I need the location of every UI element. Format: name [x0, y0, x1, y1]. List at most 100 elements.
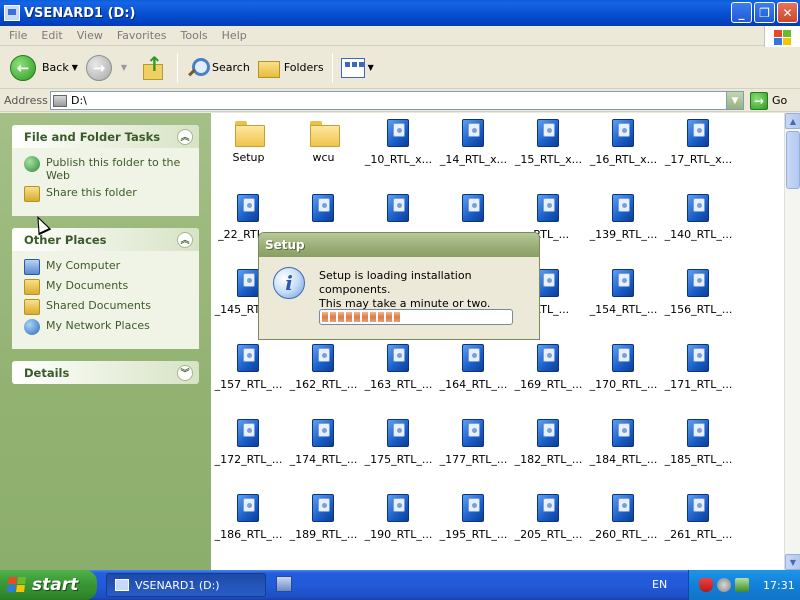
file-label: _261_RTL_...	[664, 528, 733, 541]
back-button[interactable]: ← Back ▼	[6, 51, 82, 85]
my-computer-link[interactable]: My Computer	[24, 259, 189, 275]
address-dropdown-icon[interactable]: ▼	[726, 92, 743, 109]
dialog-body: i Setup is loading installation componen…	[259, 257, 539, 339]
menu-edit[interactable]: Edit	[34, 29, 69, 42]
network-tray-icon[interactable]	[735, 578, 749, 592]
address-input[interactable]: D:\ ▼	[50, 91, 744, 110]
progress-segment	[378, 312, 384, 322]
window-title: VSENARD1 (D:)	[24, 5, 136, 21]
file-label: _189_RTL_...	[289, 528, 358, 541]
address-bar: Address D:\ ▼ → Go	[0, 90, 800, 112]
file-item[interactable]: _169_RTL_...	[511, 340, 586, 400]
back-dropdown-icon[interactable]: ▼	[72, 63, 78, 72]
file-item[interactable]: _14_RTL_x...	[436, 115, 511, 175]
file-item[interactable]: _172_RTL_...	[211, 415, 286, 475]
file-item[interactable]: _170_RTL_...	[586, 340, 661, 400]
speaker-icon[interactable]	[717, 578, 731, 592]
file-item[interactable]: _185_RTL_...	[661, 415, 736, 475]
file-item[interactable]: _260_RTL_...	[586, 490, 661, 550]
file-item[interactable]: _195_RTL_...	[436, 490, 511, 550]
file-item[interactable]: _171_RTL_...	[661, 340, 736, 400]
minimize-button[interactable]: _	[731, 2, 752, 23]
folder-window-icon	[4, 5, 20, 21]
menu-view[interactable]: View	[70, 29, 110, 42]
publish-folder-link[interactable]: Publish this folder to the Web	[24, 156, 189, 182]
start-button[interactable]: start	[0, 570, 97, 600]
file-item[interactable]: _163_RTL_...	[361, 340, 436, 400]
menu-help[interactable]: Help	[215, 29, 254, 42]
search-button[interactable]: Search	[182, 51, 254, 85]
collapse-icon[interactable]: ︽	[177, 231, 193, 248]
file-item[interactable]: _162_RTL_...	[286, 340, 361, 400]
forward-dropdown-icon[interactable]: ▼	[121, 63, 127, 72]
go-button[interactable]: → Go	[750, 91, 787, 110]
file-item[interactable]: _190_RTL_...	[361, 490, 436, 550]
file-item[interactable]: _261_RTL_...	[661, 490, 736, 550]
file-item[interactable]: _140_RTL_...	[661, 190, 736, 250]
folder-item[interactable]: wcu	[286, 115, 361, 175]
language-indicator[interactable]: EN	[652, 578, 667, 591]
up-button[interactable]	[131, 51, 173, 85]
dialog-title-bar[interactable]: Setup	[259, 233, 539, 257]
progress-segment	[386, 312, 392, 322]
file-label: _14_RTL_x...	[439, 153, 508, 166]
views-dropdown-icon[interactable]: ▼	[368, 63, 374, 72]
scroll-down-button[interactable]: ▼	[785, 554, 800, 570]
file-item[interactable]: _17_RTL_x...	[661, 115, 736, 175]
collapse-icon[interactable]: ︽	[177, 128, 193, 145]
scroll-thumb[interactable]	[786, 131, 800, 189]
menu-tools[interactable]: Tools	[174, 29, 215, 42]
place-label: My Network Places	[46, 319, 150, 332]
setup-package-icon	[310, 342, 338, 374]
file-item[interactable]: _164_RTL_...	[436, 340, 511, 400]
details-header[interactable]: Details ︾	[12, 361, 199, 384]
file-item[interactable]: _174_RTL_...	[286, 415, 361, 475]
setup-app-icon[interactable]	[276, 576, 292, 592]
file-folder-tasks-header[interactable]: File and Folder Tasks ︽	[12, 125, 199, 148]
file-label: _185_RTL_...	[664, 453, 733, 466]
file-view[interactable]: Setup wcu _10_RTL_x... _14_RTL_x... _15_RTL_…	[211, 113, 784, 570]
file-item[interactable]: _139_RTL_...	[586, 190, 661, 250]
taskbar-window-button[interactable]: VSENARD1 (D:)	[106, 573, 266, 597]
views-button[interactable]: ▼	[337, 51, 378, 85]
progress-segment	[346, 312, 352, 322]
file-label: _154_RTL_...	[589, 303, 658, 316]
menu-file[interactable]: File	[2, 29, 34, 42]
file-label: _195_RTL_...	[439, 528, 508, 541]
my-network-places-link[interactable]: My Network Places	[24, 319, 189, 335]
file-item[interactable]: _10_RTL_x...	[361, 115, 436, 175]
folder-item[interactable]: Setup	[211, 115, 286, 175]
vertical-scrollbar[interactable]: ▲ ▼	[784, 113, 800, 570]
maximize-button[interactable]: ❐	[754, 2, 775, 23]
file-label: _162_RTL_...	[289, 378, 358, 391]
shared-documents-link[interactable]: Shared Documents	[24, 299, 189, 315]
file-item[interactable]: _184_RTL_...	[586, 415, 661, 475]
close-button[interactable]: ✕	[777, 2, 798, 23]
file-item[interactable]: _16_RTL_x...	[586, 115, 661, 175]
folder-up-icon	[141, 52, 164, 80]
folder-window-icon	[115, 579, 129, 591]
security-shield-icon[interactable]	[699, 578, 713, 592]
file-item[interactable]: _205_RTL_...	[511, 490, 586, 550]
file-item[interactable]: _177_RTL_...	[436, 415, 511, 475]
my-documents-link[interactable]: My Documents	[24, 279, 189, 295]
progress-segment	[338, 312, 344, 322]
file-item[interactable]: _186_RTL_...	[211, 490, 286, 550]
toolbar: ← Back ▼ → ▼ Search Folders ▼	[0, 47, 800, 89]
clock: 17:31	[763, 578, 795, 592]
file-item[interactable]: _189_RTL_...	[286, 490, 361, 550]
file-item[interactable]: _154_RTL_...	[586, 265, 661, 325]
share-folder-link[interactable]: Share this folder	[24, 186, 189, 202]
expand-icon[interactable]: ︾	[177, 364, 193, 381]
file-item[interactable]: _157_RTL_...	[211, 340, 286, 400]
menu-favorites[interactable]: Favorites	[110, 29, 174, 42]
scroll-up-button[interactable]: ▲	[785, 113, 800, 129]
panel-body: Publish this folder to the Web Share thi…	[12, 148, 199, 216]
file-item[interactable]: _175_RTL_...	[361, 415, 436, 475]
file-item[interactable]: _156_RTL_...	[661, 265, 736, 325]
forward-button[interactable]: → ▼	[82, 51, 131, 85]
folders-button[interactable]: Folders	[254, 51, 328, 85]
file-label: _10_RTL_x...	[364, 153, 433, 166]
file-item[interactable]: _182_RTL_...	[511, 415, 586, 475]
file-item[interactable]: _15_RTL_x...	[511, 115, 586, 175]
